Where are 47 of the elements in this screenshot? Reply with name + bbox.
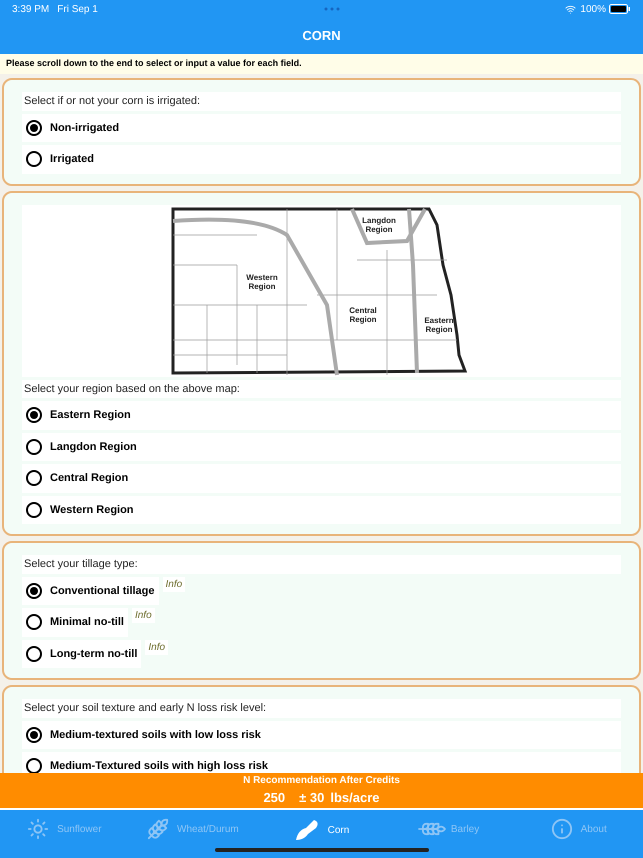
radio-button[interactable] [26,470,42,486]
wheat-icon [147,818,170,840]
info-icon [550,818,573,840]
section-prompt: Select your region based on the above map: [22,380,621,398]
result-range: ± 30 [299,789,324,808]
more-icon [324,7,340,11]
region-label: Langdon Region [362,216,396,234]
radio-button[interactable] [26,646,42,662]
result-value: 250 [263,789,286,808]
region-label: Eastern Region [424,316,454,334]
option-row[interactable]: Conventional tillage [22,576,159,605]
info-link[interactable]: Info [162,576,186,592]
result-unit: lbs/acre [330,789,380,808]
battery-icon [609,4,631,14]
radio-button[interactable] [26,582,42,599]
radio-button[interactable] [26,407,42,424]
option-row[interactable]: Eastern Region [22,401,621,430]
status-time: 3:39 PM [12,2,50,16]
section-prompt: Select your tillage type: [22,555,621,574]
notice-banner: Please scroll down to the end to select or input a value for each field. [0,54,643,74]
option-row[interactable]: Irrigated [22,145,621,174]
page-title: CORN [302,27,341,46]
region-label: Western Region [246,272,278,290]
radio-button[interactable] [26,151,42,168]
option-row[interactable]: Western Region [22,496,621,524]
result-title: N Recommendation After Credits [243,774,400,788]
option-row[interactable]: Medium-textured soils with low loss risk [22,720,621,749]
option-row[interactable]: Long-term no-till [22,640,142,668]
section-prompt: Select your soil texture and early N loss risk level: [22,699,621,718]
radio-button[interactable] [26,758,42,773]
option-row[interactable]: Medium-Textured soils with high loss risk [22,752,621,773]
radio-button[interactable] [26,120,42,136]
region-label: Central Region [348,306,376,324]
info-link[interactable]: Info [145,640,168,654]
radio-button[interactable] [26,726,42,743]
radio-button[interactable] [26,502,42,518]
battery-percent: 100% [580,2,606,16]
radio-button[interactable] [26,614,42,630]
section-prompt: Select if or not your corn is irrigated: [22,92,621,110]
info-link[interactable]: Info [132,608,155,623]
option-row[interactable]: Langdon Region [22,432,621,461]
wifi-icon [565,4,576,14]
radio-button[interactable] [26,438,42,455]
option-row[interactable]: Minimal no-till [22,608,128,636]
option-row[interactable]: Central Region [22,464,621,492]
status-date: Fri Sep 1 [57,2,98,16]
option-row[interactable]: Non-irrigated [22,114,621,142]
